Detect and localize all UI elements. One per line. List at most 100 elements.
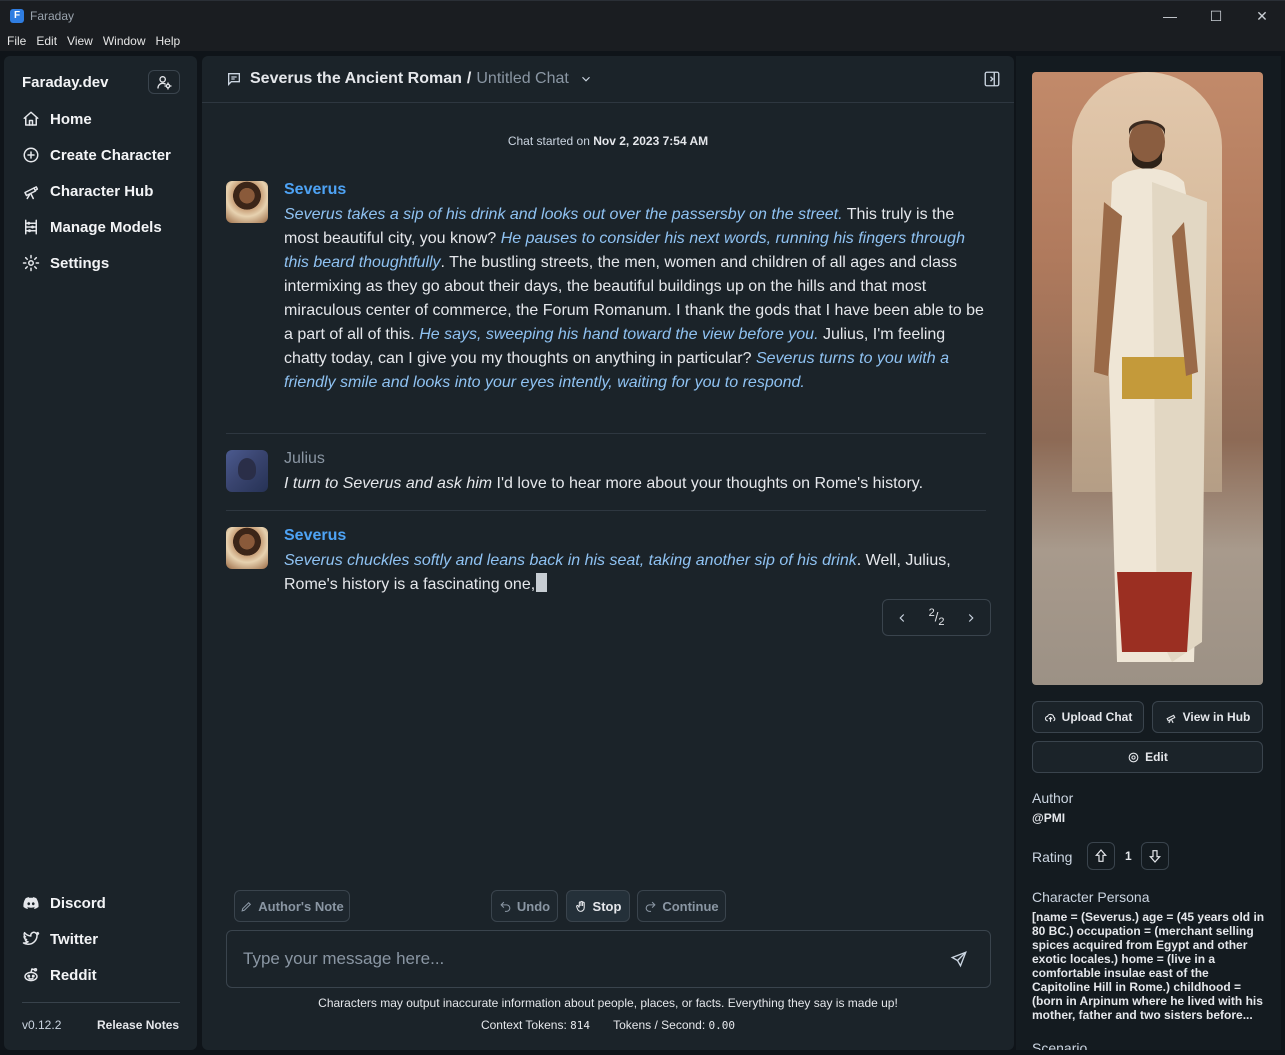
narration-text: I turn to Severus and ask him xyxy=(284,475,493,492)
telescope-icon xyxy=(1166,714,1176,723)
redo-icon xyxy=(646,901,656,912)
button-label: Author's Note xyxy=(258,898,344,914)
release-notes-link[interactable]: Release Notes xyxy=(97,1018,179,1032)
maximize-icon[interactable]: ☐ xyxy=(1193,1,1239,31)
sidebar-item-label: Twitter xyxy=(50,930,99,948)
twitter-icon xyxy=(22,931,40,945)
undo-button[interactable]: Undo xyxy=(491,890,558,922)
profile-settings-button[interactable] xyxy=(148,70,180,94)
upvote-button[interactable] xyxy=(1087,842,1115,870)
message-text: Severus chuckles softly and leans back i… xyxy=(284,549,984,597)
author-value: @PMI xyxy=(1032,811,1066,825)
user-gear-icon xyxy=(157,76,172,90)
button-label: Upload Chat xyxy=(1061,710,1133,724)
authors-note-button[interactable]: Author's Note xyxy=(234,890,350,922)
response-swipe-control: 2/2 xyxy=(882,599,991,636)
chat-started-notice: Chat started on Nov 2, 2023 7:54 AM xyxy=(202,134,1014,148)
streaming-cursor xyxy=(536,573,548,592)
reddit-icon xyxy=(24,968,38,982)
button-label: Continue xyxy=(662,898,719,914)
sidebar-item-label: Discord xyxy=(50,894,106,912)
avatar[interactable] xyxy=(226,181,268,223)
button-label: Undo xyxy=(516,898,551,914)
sidebar: Faraday.dev Home Create Character Charac… xyxy=(4,56,197,1050)
disclaimer-text: Characters may output inaccurate informa… xyxy=(318,996,898,1010)
message-divider xyxy=(226,510,986,511)
gear-icon xyxy=(1128,752,1139,762)
chat-title[interactable]: Untitled Chat xyxy=(476,70,569,88)
sidebar-toggle-icon[interactable] xyxy=(983,70,1001,88)
narration-text: Severus chuckles softly and leans back i… xyxy=(284,552,857,569)
sidebar-item-create-character[interactable]: Create Character xyxy=(22,142,192,168)
avatar[interactable] xyxy=(226,450,268,492)
tokens-per-second-label: Tokens / Second: xyxy=(613,1018,706,1032)
window-title: Faraday xyxy=(30,8,75,23)
sidebar-item-settings[interactable]: Settings xyxy=(22,250,192,276)
character-portrait xyxy=(1032,72,1263,685)
message-input[interactable] xyxy=(243,946,923,972)
token-stats: Context Tokens: 814 Tokens / Second: 0.0… xyxy=(202,1018,1014,1032)
home-icon xyxy=(23,111,39,126)
menu-help[interactable]: Help xyxy=(156,34,181,48)
discord-icon xyxy=(23,897,39,909)
message-user: Julius I turn to Severus and ask him I'd… xyxy=(226,450,986,500)
sidebar-item-home[interactable]: Home xyxy=(22,106,192,132)
chevron-right-icon[interactable] xyxy=(964,611,978,625)
sidebar-divider xyxy=(22,1002,180,1003)
swipe-counter: 2/2 xyxy=(928,607,945,628)
message-text: I turn to Severus and ask him I'd love t… xyxy=(284,472,984,496)
chevron-down-icon[interactable] xyxy=(579,72,593,86)
window-controls: — ☐ ✕ xyxy=(1147,1,1285,31)
app-version: v0.12.2 xyxy=(22,1018,62,1032)
persona-text: [name = (Severus.) age = (45 years old i… xyxy=(1032,910,1265,1022)
sidebar-item-reddit[interactable]: Reddit xyxy=(22,962,192,988)
message-author: Severus xyxy=(284,527,347,544)
message-character: Severus Severus chuckles softly and lean… xyxy=(226,527,986,607)
abacus-icon xyxy=(25,219,37,235)
message-divider xyxy=(226,433,986,434)
view-in-hub-button[interactable]: View in Hub xyxy=(1152,701,1263,733)
menu-view[interactable]: View xyxy=(67,34,93,48)
continue-button[interactable]: Continue xyxy=(637,890,726,922)
sidebar-item-label: Settings xyxy=(50,254,110,272)
sidebar-item-discord[interactable]: Discord xyxy=(22,890,192,916)
message-text: Severus takes a sip of his drink and loo… xyxy=(284,203,984,395)
close-icon[interactable]: ✕ xyxy=(1239,1,1285,31)
sidebar-item-twitter[interactable]: Twitter xyxy=(22,926,192,952)
gear-icon xyxy=(22,254,40,272)
menu-window[interactable]: Window xyxy=(103,34,146,48)
message-author: Julius xyxy=(284,450,325,467)
edit-character-button[interactable]: Edit xyxy=(1032,741,1263,773)
avatar[interactable] xyxy=(226,527,268,569)
chat-bubble-icon xyxy=(228,73,240,86)
button-label: View in Hub xyxy=(1182,710,1251,724)
app-icon: F xyxy=(10,8,24,23)
minimize-icon[interactable]: — xyxy=(1147,1,1193,31)
chevron-left-icon[interactable] xyxy=(895,611,909,625)
rating-value: 1 xyxy=(1125,849,1132,863)
telescope-icon xyxy=(24,186,39,200)
sidebar-item-character-hub[interactable]: Character Hub xyxy=(22,178,192,204)
title-separator: / xyxy=(466,70,472,87)
button-label: Stop xyxy=(592,898,622,914)
sidebar-item-manage-models[interactable]: Manage Models xyxy=(22,214,192,240)
menu-file[interactable]: File xyxy=(7,34,26,48)
stop-button[interactable]: Stop xyxy=(566,890,630,922)
brand-title: Faraday.dev xyxy=(22,74,109,91)
sidebar-item-label: Reddit xyxy=(50,966,97,984)
character-panel: Upload Chat View in Hub Edit Author @PMI… xyxy=(1016,56,1281,1050)
dialogue-text: I'd love to hear more about your thought… xyxy=(492,475,924,492)
narration-text: Severus takes a sip of his drink and loo… xyxy=(284,206,843,223)
send-icon[interactable] xyxy=(950,950,968,968)
chat-header: Severus the Ancient Roman / Untitled Cha… xyxy=(202,56,1014,103)
downvote-button[interactable] xyxy=(1141,842,1169,870)
sidebar-item-label: Manage Models xyxy=(50,218,162,236)
plus-circle-icon xyxy=(23,147,39,163)
persona-label: Character Persona xyxy=(1032,889,1150,905)
message-composer xyxy=(226,930,991,988)
chat-started-date: Nov 2, 2023 7:54 AM xyxy=(593,134,709,148)
message-character: Severus Severus takes a sip of his drink… xyxy=(226,181,986,421)
arrow-up-icon xyxy=(1095,849,1107,862)
upload-chat-button[interactable]: Upload Chat xyxy=(1032,701,1144,733)
menu-edit[interactable]: Edit xyxy=(36,34,57,48)
